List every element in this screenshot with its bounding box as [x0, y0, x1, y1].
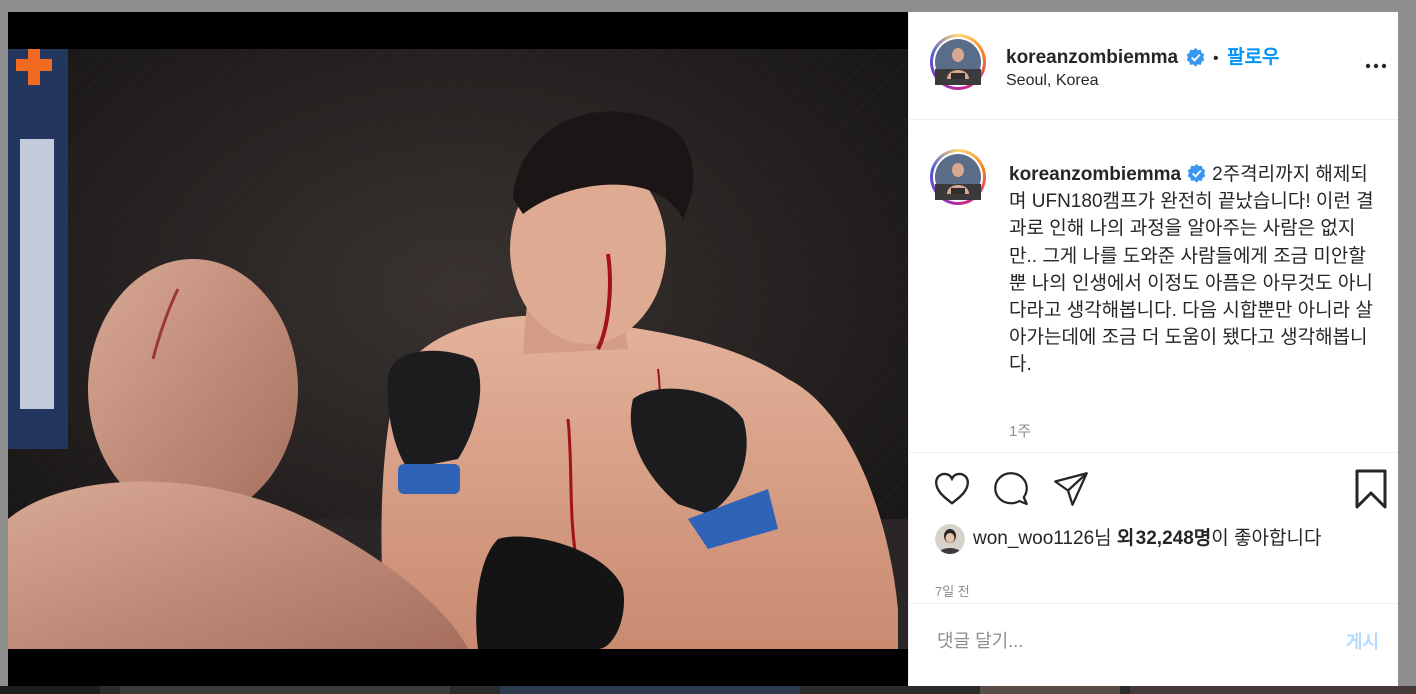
author-username[interactable]: koreanzombiemma	[1006, 47, 1178, 68]
caption-avatar[interactable]	[930, 149, 986, 205]
verified-badge-icon	[1186, 47, 1204, 67]
post-actions: won_woo1126님 외 32,248명이 좋아합니다 7일 전	[909, 452, 1398, 623]
bookmark-icon[interactable]	[1355, 469, 1387, 509]
avatar-image	[935, 39, 981, 85]
comment-icon[interactable]	[993, 471, 1029, 507]
likes-tail: 이 좋아합니다	[1211, 528, 1322, 549]
post-modal: koreanzombiemma • 팔로우 Seoul, Korea korea…	[8, 12, 1398, 686]
post-header: koreanzombiemma • 팔로우 Seoul, Korea	[909, 12, 1398, 120]
verified-badge-icon	[1187, 163, 1206, 183]
header-title-row: koreanzombiemma • 팔로우	[1006, 42, 1280, 69]
post-comment-button[interactable]: 게시	[1346, 628, 1379, 654]
caption: koreanzombiemma 2주격리까지 해제되며 UFN180캠프가 완전…	[1009, 161, 1377, 379]
likes-count[interactable]: 32,248명	[1136, 528, 1212, 549]
liker-username[interactable]: won_woo1126	[973, 528, 1094, 549]
liker-avatar[interactable]	[935, 523, 965, 554]
caption-text: 2주격리까지 해제되며 UFN180캠프가 완전히 끝났습니다! 이런 결과로 …	[1009, 164, 1374, 376]
liker-avatar-image	[935, 523, 965, 554]
backdrop[interactable]	[0, 0, 1416, 12]
follow-button[interactable]: 팔로우	[1227, 47, 1279, 68]
caption-time[interactable]: 1주	[1009, 420, 1031, 441]
liker-suffix: 님	[1094, 528, 1112, 549]
caption-section: koreanzombiemma 2주격리까지 해제되며 UFN180캠프가 완전…	[909, 120, 1398, 451]
likes-and-label: 외	[1116, 528, 1135, 549]
heart-icon[interactable]	[933, 471, 971, 507]
post-side-panel: koreanzombiemma • 팔로우 Seoul, Korea korea…	[908, 12, 1398, 686]
likes-summary: won_woo1126님 외 32,248명이 좋아합니다	[935, 523, 1321, 554]
post-location[interactable]: Seoul, Korea	[1006, 72, 1099, 90]
caption-username[interactable]: koreanzombiemma	[1009, 164, 1181, 185]
header-separator: •	[1213, 50, 1219, 67]
background-grid-strip	[0, 686, 1416, 694]
share-icon[interactable]	[1053, 471, 1089, 507]
caption-avatar-image	[935, 154, 981, 200]
comment-bar: 게시	[909, 603, 1398, 687]
post-media[interactable]	[8, 12, 908, 686]
more-options-icon[interactable]	[1364, 62, 1388, 70]
post-date[interactable]: 7일 전	[935, 581, 970, 600]
post-photo	[8, 49, 908, 649]
author-avatar[interactable]	[930, 34, 986, 90]
comment-input[interactable]	[935, 622, 1329, 660]
